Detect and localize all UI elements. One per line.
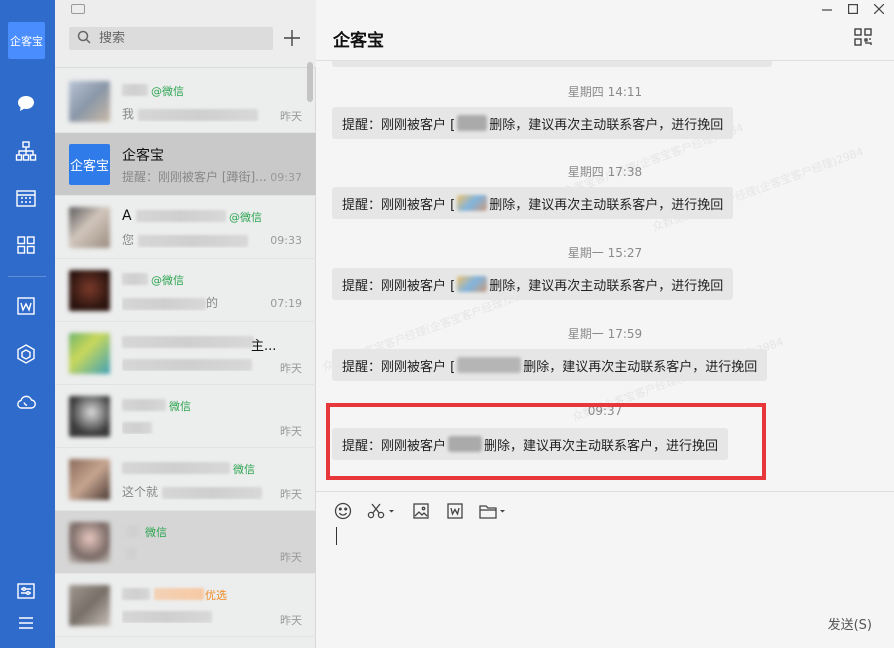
session-tag: 微信 — [169, 400, 191, 413]
left-nav-rail: 企客宝 — [0, 0, 55, 648]
session-rows: @微信 我 昨天 企客宝 企客宝 提醒：刚刚被客户 [蹲街]... 09:37 … — [55, 70, 316, 637]
message-prefix: 提醒：刚刚被客户 [ — [342, 117, 456, 133]
message-bubble[interactable]: 提醒：刚刚被客户 [ 删除，建议再次主动联系客户，进行挽回 — [332, 107, 734, 139]
session-item[interactable]: A @微信 您 09:33 — [55, 196, 316, 259]
message-prefix: 提醒：刚刚被客户 [ — [342, 197, 456, 213]
session-tag: @微信 — [229, 211, 262, 224]
avatar — [69, 522, 110, 563]
session-tag: 主... — [251, 339, 277, 354]
scissors-icon[interactable] — [366, 500, 398, 522]
maximize-icon[interactable] — [840, 0, 866, 18]
send-button[interactable]: 发送(S) — [828, 614, 872, 633]
avatar — [69, 333, 110, 374]
session-time: 昨天 — [280, 614, 302, 627]
session-tag: 微信 — [233, 463, 255, 476]
brand-avatar: 企客宝 — [69, 144, 110, 185]
session-time: 昨天 — [280, 488, 302, 501]
avatar — [69, 207, 110, 248]
session-time: 昨天 — [280, 362, 302, 375]
avatar — [69, 396, 110, 437]
message-suffix: 删除，建议再次主动联系客户，进行挽回 — [489, 278, 724, 294]
session-preview: 提醒：刚刚被客户 [蹲街]... — [122, 170, 267, 184]
session-time: 昨天 — [280, 425, 302, 438]
message-timestamp: 星期四 14:11 — [567, 85, 643, 99]
add-icon[interactable] — [281, 27, 303, 49]
message-timestamp: 星期一 15:27 — [567, 246, 643, 260]
message-prefix: 提醒：刚刚被客户 [ — [342, 278, 456, 294]
highlight-box — [326, 403, 766, 480]
app-logo[interactable]: 企客宝 — [8, 22, 45, 59]
redacted-customer — [457, 276, 488, 292]
message-timestamp: 星期四 17:38 — [567, 165, 643, 179]
session-preview: 您 — [122, 233, 135, 247]
image-icon[interactable] — [410, 500, 432, 522]
session-item[interactable]: 微信 这个就 昨天 — [55, 448, 316, 511]
org-chart-icon[interactable] — [12, 137, 40, 165]
session-time: 07:19 — [270, 297, 302, 310]
session-list-panel: @微信 我 昨天 企客宝 企客宝 提醒：刚刚被客户 [蹲街]... 09:37 … — [55, 0, 316, 648]
collapse-icon[interactable] — [71, 4, 85, 14]
avatar — [69, 81, 110, 122]
redacted-customer — [457, 115, 488, 131]
calendar-icon[interactable] — [12, 184, 40, 212]
message-suffix: 删除，建议再次主动联系客户，进行挽回 — [523, 359, 758, 375]
session-item[interactable]: 微信 昨天 — [55, 385, 316, 448]
cube-icon[interactable] — [12, 340, 40, 368]
message-bubble[interactable]: 提醒：刚刚被客户 [ 删除，建议再次主动联系客户，进行挽回 — [332, 349, 768, 381]
menu-icon[interactable] — [12, 609, 40, 637]
redacted-customer — [457, 357, 522, 373]
message-input-caret[interactable] — [336, 527, 337, 545]
session-time: 昨天 — [280, 551, 302, 564]
message-bubble[interactable]: 提醒：刚刚被客户 [ 删除，建议再次主动联系客户，进行挽回 — [332, 187, 734, 219]
search-icon — [77, 30, 91, 48]
message-timestamp: 星期一 17:59 — [567, 327, 643, 341]
session-preview: 我 — [122, 107, 135, 121]
session-tag: @微信 — [151, 274, 184, 287]
session-preview: 这个就 — [122, 485, 159, 499]
avatar — [69, 585, 110, 626]
session-tag: 微信 — [145, 526, 167, 539]
session-preview: 的 — [206, 296, 219, 310]
session-time: 09:37 — [270, 171, 302, 184]
message-suffix: 删除，建议再次主动联系客户，进行挽回 — [489, 117, 724, 133]
session-name: 企客宝 — [122, 148, 164, 164]
search-input[interactable] — [99, 31, 259, 46]
session-list-header — [55, 0, 316, 68]
session-time: 昨天 — [280, 110, 302, 123]
message-bubble-partial — [332, 61, 772, 67]
redacted-customer — [457, 195, 488, 211]
document-w-icon[interactable] — [12, 292, 40, 320]
chat-panel: 企客宝 众数据企客宝客户经理(企客宝客户经理)2984 众数据企客宝客户经理(企… — [316, 0, 894, 648]
minimize-icon[interactable] — [814, 0, 840, 18]
emoji-icon[interactable] — [332, 500, 354, 522]
cloud-phone-icon[interactable] — [12, 388, 40, 416]
close-icon[interactable] — [866, 0, 892, 18]
session-item[interactable]: 微信 昨天 — [55, 511, 316, 574]
apps-grid-icon[interactable] — [12, 231, 40, 259]
session-tag: 优选 — [205, 589, 227, 602]
settings-sliders-icon[interactable] — [12, 577, 40, 605]
session-item[interactable]: 优选 昨天 — [55, 574, 316, 637]
session-item[interactable]: 主... 昨天 — [55, 322, 316, 385]
chat-title: 企客宝 — [333, 31, 384, 51]
session-time: 09:33 — [270, 234, 302, 247]
session-name: A — [122, 208, 132, 224]
session-item-active[interactable]: 企客宝 企客宝 提醒：刚刚被客户 [蹲街]... 09:37 — [55, 133, 316, 196]
session-item[interactable]: @微信 我 昨天 — [55, 70, 316, 133]
session-tag: @微信 — [151, 85, 184, 98]
message-bubble[interactable]: 提醒：刚刚被客户 [ 删除，建议再次主动联系客户，进行挽回 — [332, 268, 734, 300]
avatar — [69, 459, 110, 500]
more-grid-icon[interactable] — [854, 28, 872, 50]
word-doc-icon[interactable] — [444, 500, 466, 522]
composer-divider — [316, 491, 894, 492]
folder-icon[interactable] — [478, 500, 510, 522]
session-item[interactable]: @微信 的 07:19 — [55, 259, 316, 322]
chat-icon[interactable] — [12, 90, 40, 118]
rail-divider — [8, 276, 46, 277]
message-suffix: 删除，建议再次主动联系客户，进行挽回 — [489, 197, 724, 213]
message-prefix: 提醒：刚刚被客户 [ — [342, 359, 456, 375]
composer-toolbar — [332, 500, 522, 522]
avatar — [69, 270, 110, 311]
search-box[interactable] — [69, 27, 273, 50]
